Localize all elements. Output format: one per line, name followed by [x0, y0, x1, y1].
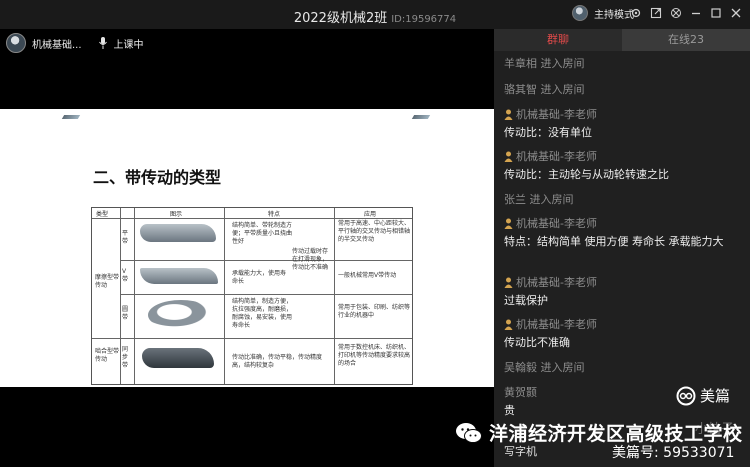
message-text: 传动比：没有单位 [504, 126, 592, 139]
presentation-slide: 二、带传动的类型 类型 图示 特点 应用 摩擦型带传动 平带 结构简单、带轮制造… [0, 109, 494, 387]
host-mode-label: 主持模式 [594, 9, 634, 21]
wechat-icon [456, 422, 482, 443]
table-cell-feature: 结构简单，制造方便，抗拉强度高，耐磨损，耐腐蚀，易安装，使用寿命长 [232, 298, 293, 329]
list-item: 机械基础-李老师 传动比不准确 [504, 316, 744, 350]
meipian-logo: 美篇 [676, 385, 730, 406]
message-text: 传动比不准确 [504, 336, 570, 349]
minimize-icon[interactable] [689, 6, 702, 20]
v-belt-image [140, 268, 218, 284]
list-item: 机械基础-李老师 过载保护 [504, 274, 744, 308]
list-item: 羊章相 进入房间 [504, 57, 585, 70]
meipian-brand: 美篇 [700, 387, 731, 405]
meipian-icon [676, 386, 696, 405]
pin-icon[interactable] [669, 6, 682, 20]
class-name: 2022级机械2班 [293, 11, 388, 26]
message-text: 特点：结构简单 使用方便 寿命长 承载能力大 [504, 235, 724, 248]
synchronous-belt-image [142, 348, 214, 368]
maximize-icon[interactable] [709, 6, 722, 20]
tab-online[interactable]: 在线23 [622, 29, 750, 51]
video-stage: 机械基础... 上课中 二、带传动的类型 类型 图示 特点 应用 摩擦型带传动 … [0, 29, 494, 467]
message-sender: 机械基础-李老师 [504, 316, 744, 332]
table-cell-application: 常用于包装、印刷、纺织等行业的机器中 [338, 304, 411, 319]
slide-accent-right [411, 115, 431, 119]
table-header-application: 应用 [364, 211, 377, 218]
teacher-avatar [6, 33, 26, 53]
table-cell-application: 一般机械常用V带传动 [338, 272, 397, 279]
list-item: 张兰 进入房间 [504, 193, 574, 206]
teacher-badge-icon [504, 319, 513, 330]
list-item: 机械基础-李老师 传动比：主动轮与从动轮转速之比 [504, 148, 744, 182]
table-header-diagram: 图示 [170, 211, 183, 218]
table-cell-sub: 圆带 [122, 306, 129, 321]
message-text: 过载保护 [504, 294, 548, 307]
message-text: 传动比：主动轮与从动轮转速之比 [504, 168, 669, 181]
teacher-info: 机械基础... 上课中 [6, 33, 144, 53]
table-cell-extra: 传动过载时存在打滑现象，传动比不准确 [292, 248, 329, 271]
microphone-icon [98, 37, 107, 49]
table-header-type: 类型 [96, 211, 109, 218]
table-cell-sub: 同步带 [122, 346, 129, 369]
table-header-feature: 特点 [268, 211, 281, 218]
settings-icon[interactable] [629, 6, 642, 20]
popout-icon[interactable] [649, 6, 662, 20]
table-cell-sub: V带 [122, 268, 129, 283]
table-cell-application: 常用于数控机床、纺织机、打印机等传动精度要求较高的场合 [338, 344, 411, 367]
list-item: 骆其智 进入房间 [504, 83, 585, 96]
tab-group-chat[interactable]: 群聊 [494, 29, 622, 51]
list-item: 机械基础-李老师 传动比：没有单位 [504, 106, 744, 140]
message-sender: 机械基础-李老师 [504, 148, 744, 164]
title-bar: 2022级机械2班 ID:19596774 主持模式 [0, 0, 750, 29]
table-cell-application: 常用于高速、中心距较大、平行轴的交叉传动与相错轴的半交叉传动 [338, 220, 411, 243]
round-belt-image [148, 300, 214, 330]
table-cell-type: 啮合型带传动 [95, 348, 120, 363]
host-avatar [572, 5, 588, 21]
meipian-id: 美篇号: 59533071 [612, 445, 735, 461]
teacher-badge-icon [504, 218, 513, 229]
teacher-badge-icon [504, 109, 513, 120]
table-cell-feature: 承载能力大，使用寿命长 [232, 270, 287, 285]
sidebar-tabs: 群聊 在线23 [494, 29, 750, 51]
teacher-name: 机械基础... [32, 39, 82, 51]
list-item: 机械基础-李老师 特点：结构简单 使用方便 寿命长 承载能力大 [504, 215, 744, 249]
list-item: 吴翰毅 进入房间 [504, 361, 585, 374]
room-id: ID:19596774 [391, 14, 457, 25]
teacher-badge-icon [504, 151, 513, 162]
window-controls [629, 6, 742, 20]
flat-belt-image [140, 224, 216, 242]
belt-type-table: 类型 图示 特点 应用 摩擦型带传动 平带 结构简单、带轮制造方便；平带质量小且… [91, 207, 413, 385]
host-mode[interactable]: 主持模式 [572, 5, 634, 21]
table-cell-sub: 平带 [122, 230, 129, 245]
slide-heading: 二、带传动的类型 [93, 168, 222, 187]
close-icon[interactable] [729, 6, 742, 20]
table-cell-feature: 传动比准确，传动平稳，传动精度高，结构较复杂 [232, 354, 323, 369]
teacher-badge-icon [504, 277, 513, 288]
message-sender: 机械基础-李老师 [504, 106, 744, 122]
class-status: 上课中 [113, 39, 144, 51]
table-cell-feature: 结构简单、带轮制造方便；平带质量小且挠曲性好 [232, 222, 293, 245]
message-sender: 机械基础-李老师 [504, 215, 744, 231]
slide-accent-left [61, 115, 81, 119]
table-cell-type: 摩擦型带传动 [95, 274, 120, 289]
message-sender: 机械基础-李老师 [504, 274, 744, 290]
